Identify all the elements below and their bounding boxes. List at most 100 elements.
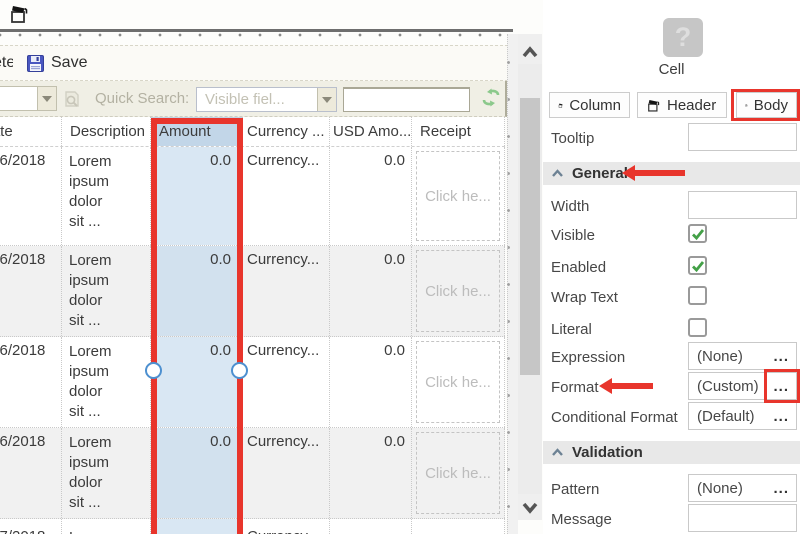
width-input[interactable] bbox=[688, 191, 797, 219]
cell-receipt[interactable] bbox=[412, 519, 505, 534]
quick-search-field-combo[interactable]: Visible fiel... bbox=[196, 87, 337, 112]
expression-label: Expression bbox=[551, 349, 626, 366]
enabled-checkbox[interactable] bbox=[688, 256, 707, 275]
visible-checkbox[interactable] bbox=[688, 224, 707, 243]
column-header-amount[interactable]: Amount bbox=[151, 117, 243, 146]
ellipsis-button[interactable]: ... bbox=[773, 378, 796, 395]
literal-checkbox[interactable] bbox=[688, 318, 707, 337]
column-header-date[interactable]: Date bbox=[0, 117, 62, 146]
cell-usd-amount[interactable]: 0.0 bbox=[330, 246, 412, 336]
pattern-field[interactable]: (None) ... bbox=[688, 474, 797, 502]
wrap-text-checkbox[interactable] bbox=[688, 286, 707, 305]
scroll-down-icon[interactable] bbox=[519, 496, 541, 518]
cell-description[interactable]: Lorem ipsum dolor sit ... bbox=[62, 337, 151, 427]
chevron-up-icon bbox=[552, 169, 563, 177]
expression-field[interactable]: (None) ... bbox=[688, 342, 797, 370]
delete-button-label: Delete bbox=[0, 54, 13, 71]
refresh-button[interactable] bbox=[477, 86, 504, 113]
annotation-red-arrow-format bbox=[599, 378, 653, 394]
table-row-partial: 5/7/2018 Lorem Currency... bbox=[0, 519, 505, 534]
search-icon bbox=[65, 91, 79, 107]
cell-receipt[interactable]: Click he... bbox=[412, 428, 505, 518]
message-input[interactable] bbox=[688, 504, 797, 532]
dropdown-arrow-icon[interactable] bbox=[37, 87, 56, 110]
quick-search-field-value: Visible fiel... bbox=[205, 91, 285, 108]
ellipsis-button[interactable]: ... bbox=[773, 348, 796, 365]
column-resize-handle-left[interactable] bbox=[145, 362, 162, 379]
tooltip-input[interactable] bbox=[688, 123, 797, 151]
tab-body-label: Body bbox=[753, 96, 788, 114]
cell-currency[interactable]: Currency... bbox=[243, 337, 330, 427]
cell-description[interactable]: Lorem ipsum dolor sit ... bbox=[62, 246, 151, 336]
dropdown-arrow-icon[interactable] bbox=[317, 88, 336, 111]
cell-date[interactable]: 5/6/2018 bbox=[0, 246, 62, 336]
cell-receipt[interactable]: Click he... bbox=[412, 246, 505, 336]
save-icon bbox=[27, 54, 44, 72]
quick-search-input[interactable] bbox=[343, 87, 470, 112]
message-label: Message bbox=[551, 511, 612, 528]
section-general[interactable]: General bbox=[543, 162, 800, 185]
format-label: Format bbox=[551, 379, 599, 396]
delete-button[interactable]: Delete bbox=[0, 54, 13, 72]
cell-usd-amount[interactable]: 0.0 bbox=[330, 147, 412, 245]
cell-amount[interactable] bbox=[151, 519, 243, 534]
cell-currency[interactable]: Currency... bbox=[243, 519, 330, 534]
receipt-upload-placeholder[interactable]: Click he... bbox=[416, 151, 500, 241]
section-validation[interactable]: Validation bbox=[543, 441, 800, 464]
cell-currency[interactable]: Currency... bbox=[243, 147, 330, 245]
scroll-up-icon[interactable] bbox=[519, 42, 541, 64]
pattern-label: Pattern bbox=[551, 481, 600, 498]
cell-amount[interactable]: 0.0 bbox=[151, 147, 243, 245]
column-header-usd-amount[interactable]: USD Amo... bbox=[330, 117, 412, 146]
table-row: 5/6/2018 Lorem ipsum dolor sit ... 0.0 C… bbox=[0, 147, 505, 246]
ellipsis-button[interactable]: ... bbox=[773, 408, 796, 425]
save-button[interactable]: Save bbox=[51, 54, 87, 72]
receipt-upload-placeholder[interactable]: Click he... bbox=[416, 432, 500, 514]
conditional-format-label: Conditional Format bbox=[551, 409, 678, 426]
tab-body[interactable]: Body bbox=[736, 92, 797, 118]
cell-date[interactable]: 5/7/2018 bbox=[0, 519, 62, 534]
table-row: 5/6/2018 Lorem ipsum dolor sit ... 0.0 C… bbox=[0, 428, 505, 519]
cell-receipt[interactable]: Click he... bbox=[412, 147, 505, 245]
vertical-scrollbar[interactable] bbox=[518, 34, 542, 520]
filter-combo[interactable] bbox=[0, 86, 57, 111]
conditional-format-field[interactable]: (Default) ... bbox=[688, 402, 797, 430]
cell-date[interactable]: 5/6/2018 bbox=[0, 147, 62, 245]
literal-label: Literal bbox=[551, 321, 592, 338]
cell-currency[interactable]: Currency... bbox=[243, 246, 330, 336]
section-general-label: General bbox=[572, 165, 628, 182]
scrollbar-track[interactable] bbox=[518, 64, 542, 494]
cell-flag-icon bbox=[745, 103, 748, 107]
cell-date[interactable]: 5/6/2018 bbox=[0, 428, 62, 518]
cell-amount[interactable]: 0.0 bbox=[151, 428, 243, 518]
cell-part-tabs: Column Header Body bbox=[543, 89, 800, 121]
tab-header[interactable]: Header bbox=[637, 92, 727, 118]
cell-description[interactable]: Lorem ipsum dolor sit ... bbox=[62, 147, 151, 245]
column-header-receipt[interactable]: Receipt bbox=[412, 117, 505, 146]
receipt-upload-placeholder[interactable]: Click he... bbox=[416, 341, 500, 423]
cell-usd-amount[interactable] bbox=[330, 519, 412, 534]
cell-description[interactable]: Lorem ipsum dolor sit ... bbox=[62, 428, 151, 518]
column-header-currency[interactable]: Currency ... bbox=[243, 117, 330, 146]
cell-amount[interactable]: 0.0 bbox=[151, 246, 243, 336]
scrollbar-thumb[interactable] bbox=[520, 98, 540, 375]
column-resize-handle-right[interactable] bbox=[231, 362, 248, 379]
cell-amount[interactable]: 0.0 bbox=[151, 337, 243, 427]
design-surface-strip bbox=[507, 34, 518, 534]
ellipsis-button[interactable]: ... bbox=[773, 480, 796, 497]
tab-column[interactable]: Column bbox=[549, 92, 630, 118]
column-header-description[interactable]: Description bbox=[62, 117, 151, 146]
table-row: 5/6/2018 Lorem ipsum dolor sit ... 0.0 C… bbox=[0, 246, 505, 337]
cell-currency[interactable]: Currency... bbox=[243, 428, 330, 518]
section-validation-label: Validation bbox=[572, 444, 643, 461]
format-field[interactable]: (Custom) ... bbox=[688, 372, 797, 400]
cell-usd-amount[interactable]: 0.0 bbox=[330, 337, 412, 427]
tooltip-label: Tooltip bbox=[551, 130, 595, 147]
horizontal-splitter[interactable] bbox=[0, 29, 513, 32]
cell-description[interactable]: Lorem bbox=[62, 519, 151, 534]
cell-receipt[interactable]: Click he... bbox=[412, 337, 505, 427]
receipt-upload-placeholder[interactable]: Click he... bbox=[416, 250, 500, 332]
cell-usd-amount[interactable]: 0.0 bbox=[330, 428, 412, 518]
chevron-up-icon bbox=[552, 448, 563, 456]
cell-date[interactable]: 5/6/2018 bbox=[0, 337, 62, 427]
